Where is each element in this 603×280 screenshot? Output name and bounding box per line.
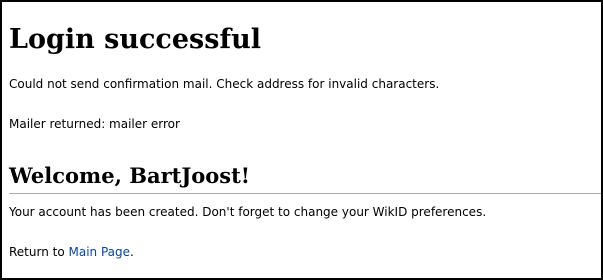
mailer-error-message: Mailer returned: mailer error bbox=[9, 117, 180, 131]
page-frame: Login successful Could not send confirma… bbox=[0, 0, 603, 280]
heading-divider bbox=[9, 193, 601, 194]
confirmation-mail-error: Could not send confirmation mail. Check … bbox=[9, 77, 440, 91]
return-prefix: Return to bbox=[9, 245, 69, 259]
account-created-message: Your account has been created. Don't for… bbox=[9, 205, 487, 219]
page-content: Login successful Could not send confirma… bbox=[9, 2, 601, 278]
return-suffix: . bbox=[130, 245, 134, 259]
page-title: Login successful bbox=[9, 24, 261, 55]
welcome-heading: Welcome, BartJoost! bbox=[9, 163, 251, 188]
main-page-link[interactable]: Main Page bbox=[69, 245, 131, 259]
return-line: Return to Main Page. bbox=[9, 244, 134, 260]
